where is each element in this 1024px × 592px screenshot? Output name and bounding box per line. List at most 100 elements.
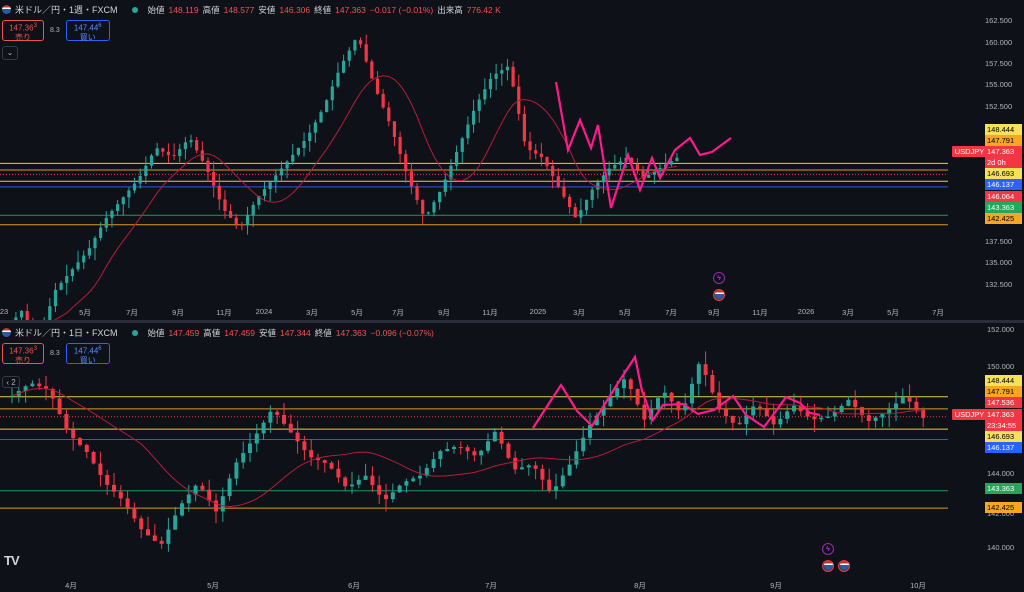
candle-body (397, 485, 402, 493)
candle-body (894, 403, 898, 410)
candle-body (82, 255, 86, 263)
candle-body (245, 215, 250, 226)
candle-body (785, 411, 790, 419)
time-tick-label: 3月 (842, 308, 854, 317)
candle-body (494, 73, 498, 79)
candle-body (70, 269, 74, 277)
daily-chart-canvas[interactable] (0, 323, 1024, 592)
candle-body (669, 161, 673, 165)
price-level-tag: 147.536 (985, 397, 1022, 408)
candle-body (125, 498, 130, 508)
candle-body (445, 449, 450, 452)
candle-body (138, 176, 142, 184)
time-tick-label: 7月 (485, 581, 497, 590)
candle-body (907, 397, 912, 402)
candle-body (751, 406, 756, 416)
candle-body (223, 199, 227, 211)
candle-body (146, 529, 150, 536)
candle-body (155, 148, 159, 156)
lightning-event-icon[interactable]: ϟ (713, 272, 725, 284)
price-tick-label: 152.000 (987, 325, 1015, 334)
spread-value: 8.3 (50, 27, 60, 34)
candle-body (499, 431, 504, 444)
time-tick-label: 8月 (634, 581, 646, 590)
candle-body (703, 364, 708, 375)
candle-body (513, 457, 518, 470)
candle-body (551, 165, 555, 177)
us-event-flag-icon[interactable] (822, 560, 834, 572)
candle-body (778, 418, 783, 425)
buy-button[interactable]: 147.446 買い (65, 343, 110, 365)
candle-body (554, 486, 558, 491)
change-value: −0.096 (−0.07%) (370, 327, 434, 338)
candle-body (99, 227, 103, 238)
candle-body (573, 207, 577, 218)
candle-body (880, 414, 885, 418)
weekly-symbol-tag: USDJPY (952, 146, 987, 157)
candle-body (547, 479, 552, 491)
time-tick-label: 6月 (348, 581, 360, 590)
sell-button[interactable]: 147.363 売り (2, 343, 44, 365)
candle-body (342, 60, 346, 73)
open-label: 始値 (147, 327, 165, 338)
candle-body (669, 392, 674, 402)
low-value: 146.306 (279, 4, 311, 15)
candle-body (25, 310, 29, 320)
time-tick-label: 9月 (708, 308, 720, 317)
price-tick-label: 144.000 (987, 469, 1015, 478)
market-open-icon (131, 329, 138, 336)
volume-label: 出来高 (437, 4, 463, 15)
buy-button[interactable]: 147.446 買い (65, 20, 110, 42)
time-tick-label: 5月 (887, 308, 899, 317)
buy-price: 147.44 (73, 23, 99, 33)
close-value: 147.363 (335, 327, 367, 338)
candle-body (127, 190, 131, 198)
weekly-chart-canvas[interactable] (0, 0, 1024, 320)
candle-body (618, 161, 623, 165)
daily-chart-pane[interactable]: 米ドル／円・1日・FXCM 始値 147.459 高値 147.459 安値 147.… (0, 323, 1024, 592)
time-tick-label: 2025 (529, 307, 547, 316)
tradingview-logo[interactable]: TV (4, 553, 20, 568)
candle-body (900, 397, 905, 404)
lightning-event-icon[interactable]: ϟ (822, 543, 834, 555)
candle-body (356, 479, 361, 485)
candle-body (343, 477, 348, 487)
high-label: 高値 (203, 327, 221, 338)
candle-body (186, 494, 191, 504)
time-tick-label: 5月 (619, 308, 631, 317)
price-level-tag: 147.791 (985, 386, 1022, 397)
candle-body (105, 474, 110, 485)
candle-body (846, 399, 851, 406)
candle-body (336, 72, 340, 87)
weekly-symbol-title[interactable]: 米ドル／円・1週・FXCM (15, 3, 118, 16)
weekly-chart-pane[interactable]: 米ドル／円・1週・FXCM 始値 148.119 高値 148.577 安値 146.… (0, 0, 1024, 320)
candle-body (465, 447, 470, 452)
time-tick-label: 7月 (392, 308, 404, 317)
candle-body (443, 179, 447, 192)
candle-body (710, 374, 715, 393)
candle-body (296, 147, 300, 155)
sell-button[interactable]: 147.363 売り (2, 20, 44, 42)
close-label: 終値 (314, 4, 332, 15)
candle-body (914, 401, 919, 410)
candle-body (511, 66, 515, 87)
candle-body (471, 110, 476, 125)
time-tick-label: 5月 (207, 581, 219, 590)
candle-body (364, 44, 368, 62)
chevron-down-icon: ⌄ (6, 48, 14, 57)
candle-body (10, 395, 14, 397)
daily-symbol-title[interactable]: 米ドル／円・1日・FXCM (15, 326, 118, 339)
price-level-tag: 142.425 (985, 213, 1022, 224)
candle-body (466, 124, 470, 139)
candle-body (584, 199, 589, 211)
collapse-legend-button[interactable]: ⌄ (2, 46, 18, 60)
us-event-flag-icon[interactable] (838, 560, 850, 572)
sell-label: 売り (15, 355, 31, 365)
us-event-flag-icon[interactable] (713, 289, 725, 301)
candle-body (426, 212, 430, 214)
candle-body (78, 438, 82, 445)
close-label: 終値 (314, 327, 332, 338)
candle-body (288, 423, 293, 433)
candle-body (438, 451, 443, 460)
collapse-legend-button[interactable]: ‹ 2 (2, 376, 20, 388)
